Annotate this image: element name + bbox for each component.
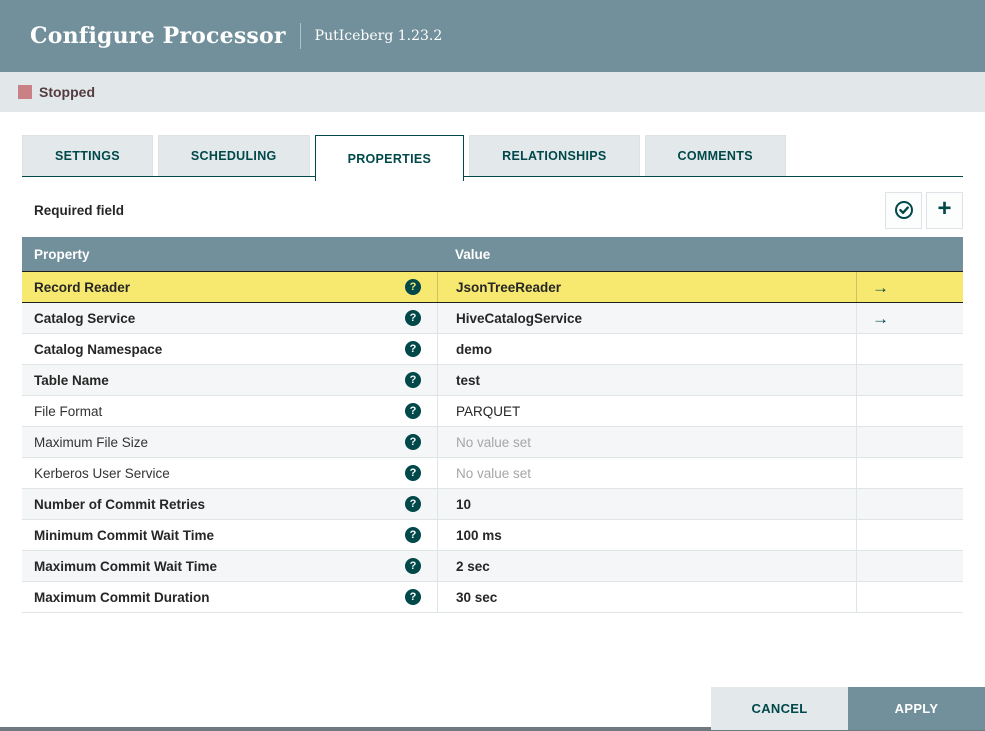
property-column-header: Property	[34, 246, 90, 262]
tab-properties[interactable]: PROPERTIES	[314, 135, 465, 181]
property-name: Maximum File Size	[34, 434, 149, 450]
properties-toolbar: Required field +	[22, 191, 963, 229]
go-to-service-icon[interactable]: →	[872, 310, 889, 327]
property-value[interactable]: HiveCatalogService	[456, 311, 582, 326]
property-name: Number of Commit Retries	[34, 496, 206, 512]
help-icon[interactable]: ?	[405, 310, 421, 326]
required-field-label: Required field	[34, 202, 125, 218]
help-icon[interactable]: ?	[405, 589, 421, 605]
property-name: Minimum Commit Wait Time	[34, 527, 215, 543]
add-property-button[interactable]: +	[926, 191, 963, 229]
footer-buttons: CANCEL APPLY	[711, 687, 985, 730]
table-row[interactable]: Minimum Commit Wait Time? 100 ms	[22, 520, 963, 551]
help-icon[interactable]: ?	[405, 496, 421, 512]
help-icon[interactable]: ?	[405, 403, 421, 419]
apply-button[interactable]: APPLY	[848, 687, 985, 730]
cancel-button[interactable]: CANCEL	[711, 687, 848, 730]
property-value[interactable]: demo	[456, 342, 492, 357]
help-icon[interactable]: ?	[405, 465, 421, 481]
help-icon[interactable]: ?	[405, 279, 421, 295]
help-icon[interactable]: ?	[405, 341, 421, 357]
property-value[interactable]: JsonTreeReader	[456, 280, 561, 295]
dialog-title: Configure Processor	[30, 23, 286, 49]
property-value-unset[interactable]: No value set	[456, 466, 531, 481]
property-value[interactable]: 100 ms	[456, 528, 502, 543]
properties-table: Property Value Record Reader? JsonTreeRea…	[22, 237, 963, 613]
status-bar: Stopped	[0, 72, 985, 112]
table-row[interactable]: Catalog Service? HiveCatalogService →	[22, 303, 963, 334]
property-name: File Format	[34, 403, 103, 419]
stopped-status-icon	[18, 85, 32, 99]
table-row[interactable]: Catalog Namespace? demo	[22, 334, 963, 365]
verify-properties-button[interactable]	[885, 191, 922, 229]
property-value-unset[interactable]: No value set	[456, 435, 531, 450]
table-row[interactable]: Kerberos User Service? No value set	[22, 458, 963, 489]
tab-scheduling[interactable]: SCHEDULING	[157, 135, 310, 176]
help-icon[interactable]: ?	[405, 527, 421, 543]
table-row[interactable]: Maximum Commit Wait Time? 2 sec	[22, 551, 963, 582]
property-value[interactable]: test	[456, 373, 480, 388]
plus-icon: +	[937, 195, 952, 222]
value-column-header: Value	[455, 246, 491, 262]
title-separator	[299, 23, 301, 49]
tab-bar: SETTINGS SCHEDULING PROPERTIES RELATIONSHIP…	[22, 135, 963, 182]
property-name: Catalog Service	[34, 310, 136, 326]
processor-name-version: PutIceberg 1.23.2	[314, 28, 443, 44]
table-header-row: Property Value	[22, 237, 963, 271]
table-row[interactable]: Number of Commit Retries? 10	[22, 489, 963, 520]
property-name: Kerberos User Service	[34, 465, 170, 481]
property-value[interactable]: 10	[456, 497, 471, 512]
table-row[interactable]: File Format? PARQUET	[22, 396, 963, 427]
help-icon[interactable]: ?	[405, 372, 421, 388]
table-row[interactable]: Record Reader? JsonTreeReader →	[22, 271, 963, 303]
property-name: Record Reader	[34, 279, 131, 295]
tab-relationships[interactable]: RELATIONSHIPS	[469, 135, 640, 176]
tab-comments[interactable]: COMMENTS	[644, 135, 786, 176]
status-label: Stopped	[39, 84, 95, 100]
property-value[interactable]: 2 sec	[456, 559, 490, 574]
property-value[interactable]: PARQUET	[456, 404, 520, 419]
dialog-header: Configure Processor PutIceberg 1.23.2	[0, 0, 985, 72]
property-name: Catalog Namespace	[34, 341, 163, 357]
table-row[interactable]: Maximum Commit Duration? 30 sec	[22, 582, 963, 613]
property-name: Maximum Commit Wait Time	[34, 558, 218, 574]
help-icon[interactable]: ?	[405, 434, 421, 450]
tab-settings[interactable]: SETTINGS	[22, 135, 153, 176]
property-value[interactable]: 30 sec	[456, 590, 497, 605]
verify-properties-icon	[894, 200, 914, 220]
property-name: Table Name	[34, 372, 109, 388]
table-row[interactable]: Maximum File Size? No value set	[22, 427, 963, 458]
help-icon[interactable]: ?	[405, 558, 421, 574]
go-to-service-icon[interactable]: →	[872, 279, 889, 296]
property-name: Maximum Commit Duration	[34, 589, 210, 605]
table-row[interactable]: Table Name? test	[22, 365, 963, 396]
